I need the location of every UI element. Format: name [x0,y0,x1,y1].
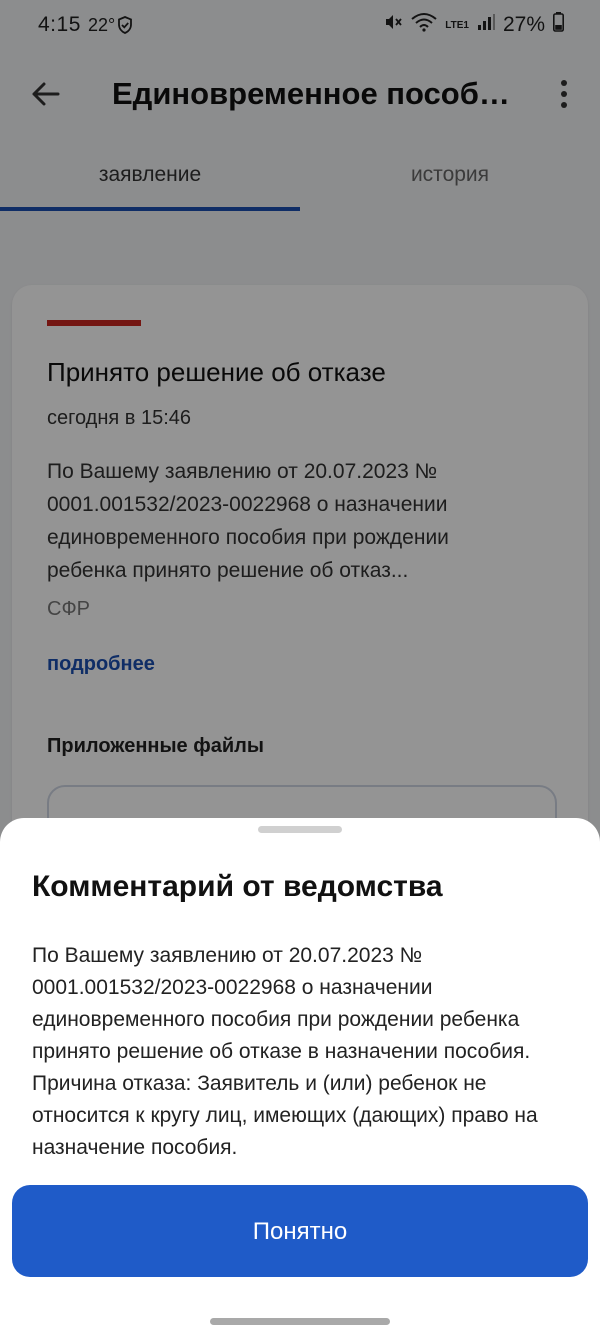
home-indicator[interactable] [210,1318,390,1325]
comment-bottom-sheet: Комментарий от ведомства По Вашему заявл… [0,818,600,1332]
screen: 4:15 22° LTE1 27% Единовременное пособи.… [0,0,600,1332]
sheet-comment-text: По Вашему заявлению от 20.07.2023 № 0001… [32,944,538,1159]
sheet-drag-handle[interactable] [258,826,342,833]
ok-button[interactable]: Понятно [12,1185,588,1277]
sheet-title: Комментарий от ведомства [32,870,443,903]
